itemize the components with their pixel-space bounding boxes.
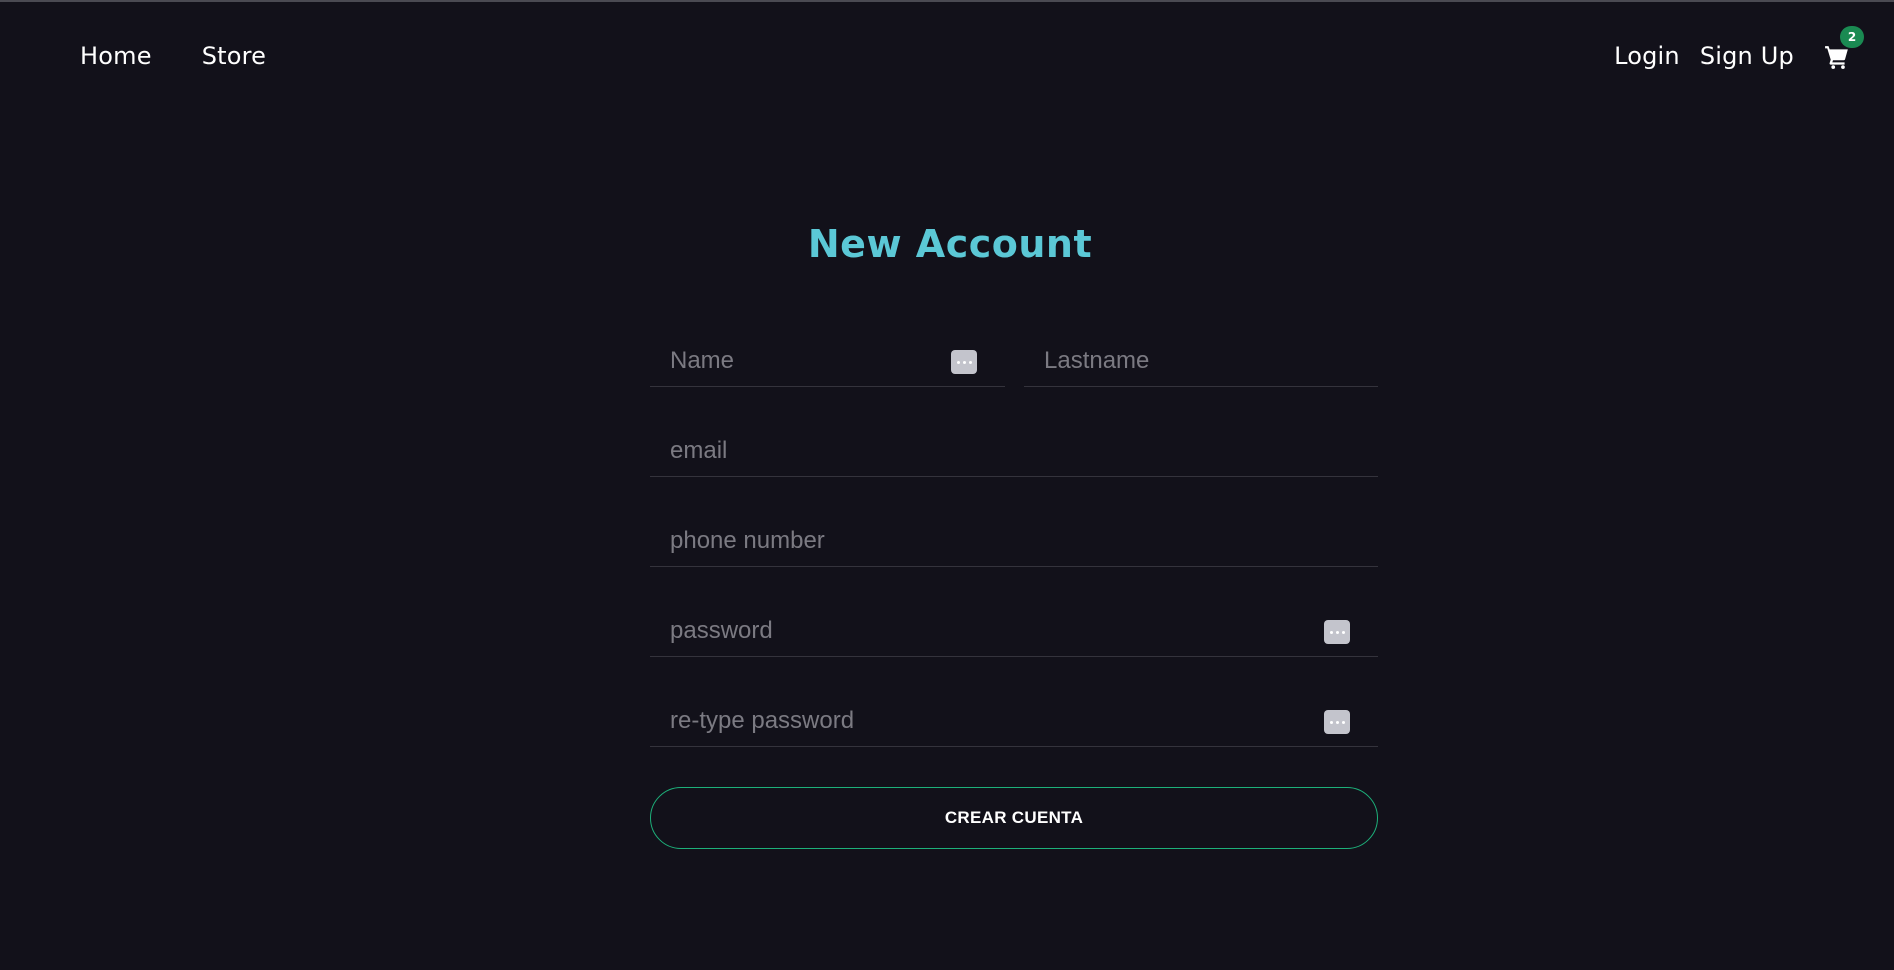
autofill-key-icon[interactable] (951, 350, 977, 374)
retype-password-field-wrapper (650, 697, 1378, 747)
phone-field-wrapper (650, 517, 1378, 567)
name-field-wrapper (650, 337, 1005, 387)
lastname-input[interactable] (1024, 337, 1378, 385)
nav-home-link[interactable]: Home (80, 42, 152, 70)
lastname-field-wrapper (1024, 337, 1378, 387)
main-nav: Home Store (80, 42, 266, 70)
page-title: New Account (807, 222, 1093, 266)
email-input[interactable] (650, 427, 1378, 475)
shopping-cart-icon[interactable] (1824, 44, 1850, 70)
cart-count-badge: 2 (1840, 26, 1864, 48)
retype-password-key-icon[interactable] (1324, 710, 1350, 734)
nav-login-link[interactable]: Login (1614, 42, 1680, 70)
top-border (0, 0, 1894, 2)
nav-signup-link[interactable]: Sign Up (1700, 42, 1794, 70)
password-field-wrapper (650, 607, 1378, 657)
account-nav: Login Sign Up (1614, 42, 1794, 70)
create-account-button[interactable]: CREAR CUENTA (650, 787, 1378, 849)
nav-store-link[interactable]: Store (202, 42, 266, 70)
retype-password-input[interactable] (650, 697, 1378, 745)
phone-input[interactable] (650, 517, 1378, 565)
password-key-icon[interactable] (1324, 620, 1350, 644)
email-field-wrapper (650, 427, 1378, 477)
password-input[interactable] (650, 607, 1378, 655)
